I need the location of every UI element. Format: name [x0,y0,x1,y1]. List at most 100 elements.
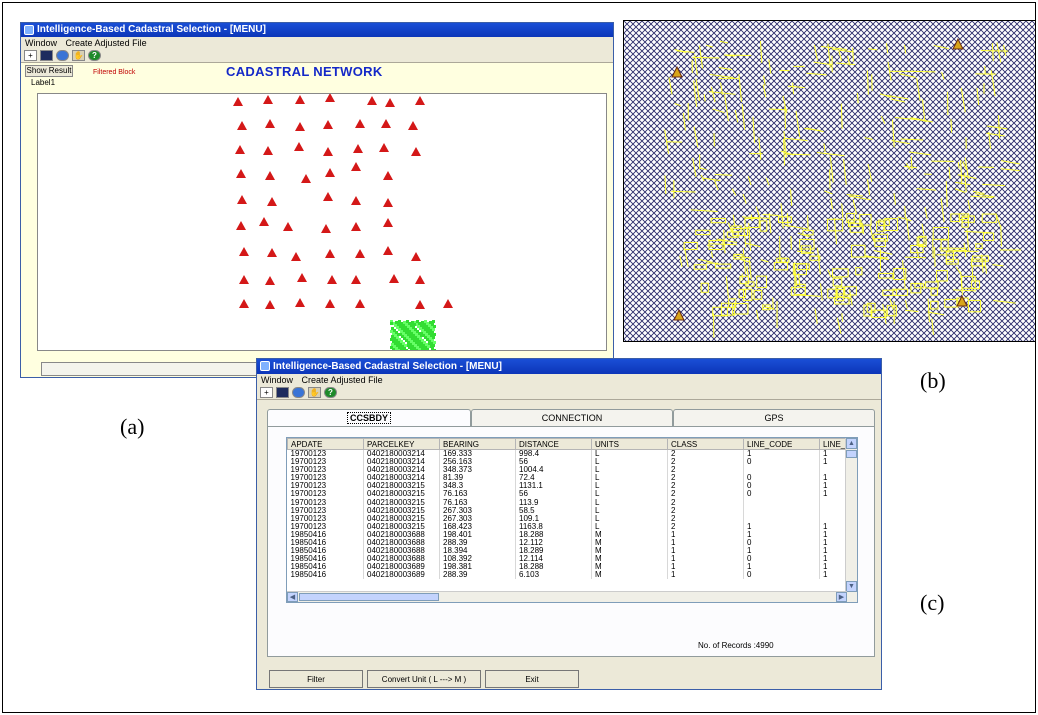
survey-marker-icon [294,142,304,151]
menu-window[interactable]: Window [261,375,293,385]
survey-marker-icon [291,252,301,261]
table-cell [743,506,820,515]
filtered-block-label: Filtered Block [93,69,136,76]
table-cell: 2 [667,449,744,458]
parcel-boundary [807,215,809,232]
survey-marker-icon [355,249,365,258]
survey-marker-icon [263,95,273,104]
survey-marker-icon [351,222,361,231]
survey-marker-icon [239,247,249,256]
survey-marker-icon [383,246,393,255]
horizontal-scroll-thumb[interactable] [299,593,439,601]
data-grid[interactable]: APDATE PARCELKEY BEARING DISTANCE UNITS CLASS… [286,437,858,603]
column-header[interactable]: BEARING [439,438,516,450]
table-cell: 2 [667,522,744,531]
scroll-left-icon[interactable]: ◀ [287,592,298,602]
column-header[interactable]: UNITS [591,438,668,450]
show-result-button[interactable]: Show Result [25,65,73,77]
vertical-scrollbar[interactable]: ▲ ▼ [845,438,857,602]
exit-button[interactable]: Exit [485,670,579,688]
caption-a: (a) [120,414,145,439]
tab-ccsbdy-label: CCSBDY [346,412,391,424]
survey-marker-icon [385,98,395,107]
table-cell: 1 [667,530,744,539]
table-cell: 6.103 [515,571,592,580]
table-cell: 1 [743,449,820,458]
window-a-title: Intelligence-Based Cadastral Selection -… [37,24,266,35]
survey-marker-icon [367,96,377,105]
table-cell: 0 [743,555,820,564]
filter-button[interactable]: Filter [269,670,363,688]
table-cell [743,466,820,475]
survey-marker-icon [237,195,247,204]
survey-marker-icon [321,224,331,233]
scroll-thumb[interactable] [846,450,857,458]
cadastral-network-window: Intelligence-Based Cadastral Selection -… [20,22,614,378]
help-icon[interactable]: ? [324,387,337,398]
parcel-boundary [786,213,789,227]
window-c-menubar: Window Create Adjusted File [257,374,881,386]
column-header[interactable]: CLASS [667,438,744,450]
survey-marker-icon [327,275,337,284]
table-cell: L [591,458,668,467]
globe-icon[interactable] [56,50,69,61]
survey-marker-icon [355,119,365,128]
horizontal-scrollbar[interactable]: ◀ ▶ [287,591,847,602]
table-cell: 1 [743,563,820,572]
save-icon[interactable] [40,50,53,61]
tab-connection[interactable]: CONNECTION [471,409,673,427]
survey-marker-icon [411,252,421,261]
save-icon[interactable] [276,387,289,398]
window-c-titlebar[interactable]: Intelligence-Based Cadastral Selection -… [257,359,881,374]
survey-marker-icon [295,298,305,307]
parcel-boundary [932,239,934,259]
globe-icon[interactable] [292,387,305,398]
menu-create-adjusted-file[interactable]: Create Adjusted File [66,38,147,48]
parcel-map-panel [623,20,1036,342]
table-cell: 2 [667,466,744,475]
table-cell: 0 [743,474,820,483]
menu-create-adjusted-file[interactable]: Create Adjusted File [302,375,383,385]
column-header[interactable]: LINE_CODE [743,438,820,450]
tab-ccsbdy[interactable]: CCSBDY [267,409,471,427]
tab-gps[interactable]: GPS [673,409,875,427]
scroll-down-icon[interactable]: ▼ [846,581,857,592]
survey-marker-icon [379,143,389,152]
hand-icon[interactable]: ✋ [308,387,321,398]
add-icon[interactable]: + [24,50,37,61]
table-row[interactable]: 19850416 0402180003689 288.39 6.103 M 1 0 1 [287,571,854,580]
filtered-parcel [397,333,400,336]
filtered-parcel [392,348,395,350]
scroll-right-icon[interactable]: ▶ [836,592,847,602]
menu-window[interactable]: Window [25,38,57,48]
survey-marker-icon [353,144,363,153]
table-cell: 0 [743,490,820,499]
help-icon[interactable]: ? [88,50,101,61]
window-a-titlebar[interactable]: Intelligence-Based Cadastral Selection -… [21,23,613,37]
column-header[interactable]: DISTANCE [515,438,592,450]
add-icon[interactable]: + [260,387,273,398]
parcel-boundary [692,56,720,59]
filtered-parcel [412,350,415,351]
table-cell: M [591,547,668,556]
filtered-parcel [420,334,423,337]
table-cell: 288.39 [439,571,516,580]
app-icon [24,25,34,35]
survey-marker-icon [411,147,421,156]
table-cell: 0 [743,571,820,580]
record-count: No. of Records :4990 [698,641,774,650]
grid-header: APDATE PARCELKEY BEARING DISTANCE UNITS CLASS… [287,438,854,450]
filtered-parcel [394,350,397,351]
filtered-parcel [397,349,400,350]
convert-unit-button[interactable]: Convert Unit ( L ---> M ) [367,670,481,688]
hand-icon[interactable]: ✋ [72,50,85,61]
survey-marker-icon [301,174,311,183]
column-header[interactable]: APDATE [287,438,364,450]
column-header[interactable]: PARCELKEY [363,438,440,450]
cadastral-network-title: CADASTRAL NETWORK [226,64,383,79]
tabs: CCSBDY CONNECTION GPS [267,409,875,427]
filtered-parcel [427,345,430,348]
network-canvas[interactable] [37,93,607,351]
filtered-parcel [433,325,436,328]
scroll-up-icon[interactable]: ▲ [846,438,857,449]
